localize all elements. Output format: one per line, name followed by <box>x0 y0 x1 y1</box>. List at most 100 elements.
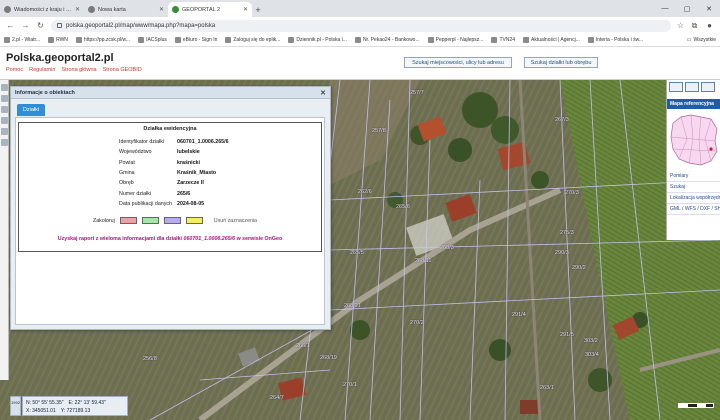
layers-icon[interactable] <box>1 128 8 135</box>
parcel-label: 264/7 <box>270 395 284 401</box>
clear-selection-link[interactable]: Usuń zaznaczenia <box>214 218 257 224</box>
field-label: Numer działki <box>119 190 152 197</box>
parcel-label: 268/11 <box>415 258 432 264</box>
zoom-out-icon[interactable] <box>1 95 8 102</box>
bookmark-icon <box>491 37 498 43</box>
browser-tab[interactable]: Wiadomości z kraju i ze świata ✕ <box>0 2 84 17</box>
color-picker-row: Zakoloruj Usuń zaznaczenia <box>93 217 257 224</box>
measure-icon[interactable] <box>1 139 8 146</box>
tab-parcels[interactable]: Działki <box>17 104 45 116</box>
bookmark-item[interactable]: Zaloguj się do eplik... <box>225 37 280 43</box>
bookmark-star-icon[interactable]: ☆ <box>677 21 684 30</box>
field-value: 2024-08-05 <box>177 200 205 207</box>
info-icon[interactable] <box>1 117 8 124</box>
maximize-icon[interactable]: ▢ <box>676 0 698 17</box>
layout-split-icon[interactable] <box>685 82 699 92</box>
field-value: 060701_1.0006.265/6 <box>177 139 229 146</box>
all-bookmarks-button[interactable]: ▭ Wszystkie <box>687 37 716 43</box>
window-close-icon[interactable]: ✕ <box>698 0 720 17</box>
field-label: Gmina <box>119 170 135 177</box>
extensions-icon[interactable]: ⧉ <box>690 21 699 31</box>
terms-link[interactable]: Regulamin <box>29 67 55 73</box>
coordinate-system-badge[interactable]: 1992 <box>10 396 21 416</box>
parcel-label: 268/19 <box>320 355 337 361</box>
color-swatch-green[interactable] <box>141 217 159 224</box>
profile-icon[interactable]: ● <box>705 21 714 30</box>
back-icon[interactable]: ← <box>6 21 15 30</box>
field-row: Województwo lubelskie <box>119 147 229 157</box>
parcel-label: 291/5 <box>560 332 574 338</box>
url-input[interactable]: polska.geoportal2.pl/map/www/mapa.php?ma… <box>51 19 671 32</box>
field-row: Gmina Kraśnik_Miasto <box>119 168 229 178</box>
field-value: kraśnicki <box>177 159 200 166</box>
bookmark-item[interactable]: Aktualności | Agencj... <box>523 37 580 43</box>
panel-item-coordinates[interactable]: Lokalizacja współrzędnych <box>667 193 720 204</box>
panel-item-measure[interactable]: Pomiary <box>667 171 720 182</box>
bookmark-icon <box>138 37 145 43</box>
lock-icon <box>57 23 62 28</box>
field-value: Kraśnik_Miasto <box>177 170 217 177</box>
bookmark-icon <box>225 37 232 43</box>
layout-grid-icon[interactable] <box>701 82 715 92</box>
bookmark-item[interactable]: IACSplus <box>138 37 167 43</box>
browser-tab-active[interactable]: GEOPORTAL 2 ✕ <box>168 2 252 17</box>
site-title[interactable]: Polska.geoportal2.pl <box>6 52 114 64</box>
tab-label: Wiadomości z kraju i ze świata <box>14 6 72 13</box>
browser-tab-bar: Wiadomości z kraju i ze świata ✕ Nowa ka… <box>0 0 720 17</box>
help-link[interactable]: Pomoc <box>6 67 23 73</box>
dialog-header[interactable]: Informacje o obiektach ✕ <box>11 87 330 99</box>
field-label: Identyfikator działki <box>119 139 165 146</box>
bookmark-item[interactable]: TVN24 <box>491 37 515 43</box>
panel-item-search[interactable]: Szukaj <box>667 182 720 193</box>
close-icon[interactable]: ✕ <box>320 89 326 97</box>
close-icon[interactable]: ✕ <box>75 6 80 13</box>
parcel-label: 257/7 <box>410 90 424 96</box>
pan-icon[interactable] <box>1 106 8 113</box>
bookmark-item[interactable]: eBiuro - Sign In <box>174 37 217 43</box>
bookmark-item[interactable]: Pepperpl - Najlepsz... <box>427 37 483 43</box>
minimize-icon[interactable]: — <box>654 0 676 17</box>
browser-tab[interactable]: Nowa karta ✕ <box>84 2 168 17</box>
reference-map[interactable] <box>667 109 720 171</box>
reload-icon[interactable]: ↻ <box>36 21 45 30</box>
object-info-dialog: Informacje o obiektach ✕ Działki Działka… <box>10 86 331 330</box>
home-link[interactable]: Strona główna <box>61 67 96 73</box>
bookmark-item[interactable]: Dziennik.pl - Polska i... <box>288 37 347 43</box>
layout-icon[interactable] <box>669 82 683 92</box>
field-row: Identyfikator działki 060701_1.0006.265/6 <box>119 137 229 147</box>
bookmark-item[interactable]: Interia - Polska i św... <box>587 37 643 43</box>
reference-map-header[interactable]: Mapa referencyjna <box>667 99 720 109</box>
bookmark-item[interactable]: https://pp.zcsk.pl/w... <box>75 37 130 43</box>
right-side-panel: Mapa referencyjna Pomiary Szukaj Lokaliz… <box>666 80 720 240</box>
search-address-button[interactable]: Szukaj miejscowości, ulicy lub adresu <box>404 57 512 68</box>
color-swatch-yellow[interactable] <box>185 217 203 224</box>
zoom-in-icon[interactable] <box>1 84 8 91</box>
color-swatch-red[interactable] <box>119 217 137 224</box>
geobid-link[interactable]: Strona GEOBID <box>103 67 142 73</box>
site-links: Pomoc Regulamin Strona główna Strona GEO… <box>6 67 142 73</box>
parcel-label: 262/6 <box>358 189 372 195</box>
parcel-label: 256/8 <box>143 356 157 362</box>
panel-item-export[interactable]: GML / WFS / DXF / SHP <box>667 204 720 215</box>
forward-icon[interactable]: → <box>21 21 30 30</box>
coord-x: X: 345051.01 <box>26 408 56 414</box>
bookmark-item[interactable]: Nr. Pekao24 - Bankowo... <box>354 37 420 43</box>
tab-label: Nowa karta <box>98 6 126 13</box>
tab-favicon-icon <box>4 6 11 13</box>
parcel-label: 291/4 <box>512 312 526 318</box>
parcel-label: 303/4 <box>585 352 599 358</box>
close-icon[interactable]: ✕ <box>243 6 248 13</box>
new-tab-button[interactable]: + <box>252 2 264 17</box>
parcel-label: 263/1 <box>540 385 554 391</box>
bookmark-icon <box>48 37 55 43</box>
close-icon[interactable]: ✕ <box>159 6 164 13</box>
parcel-label: 270/2 <box>410 320 424 326</box>
bookmark-item[interactable]: RWN <box>48 37 68 43</box>
ongeo-report-link[interactable]: Uzyskaj raport z wieloma informacjami dl… <box>19 236 321 242</box>
search-parcel-button[interactable]: Szukaj działki lub obrębu <box>524 57 598 68</box>
folder-icon: ▭ <box>686 37 692 43</box>
color-swatch-purple[interactable] <box>163 217 181 224</box>
dialog-title: Informacje o obiektach <box>15 89 75 96</box>
field-label: Powiat <box>119 159 135 166</box>
bookmark-item[interactable]: 2.pl - Wiatr... <box>4 37 40 43</box>
